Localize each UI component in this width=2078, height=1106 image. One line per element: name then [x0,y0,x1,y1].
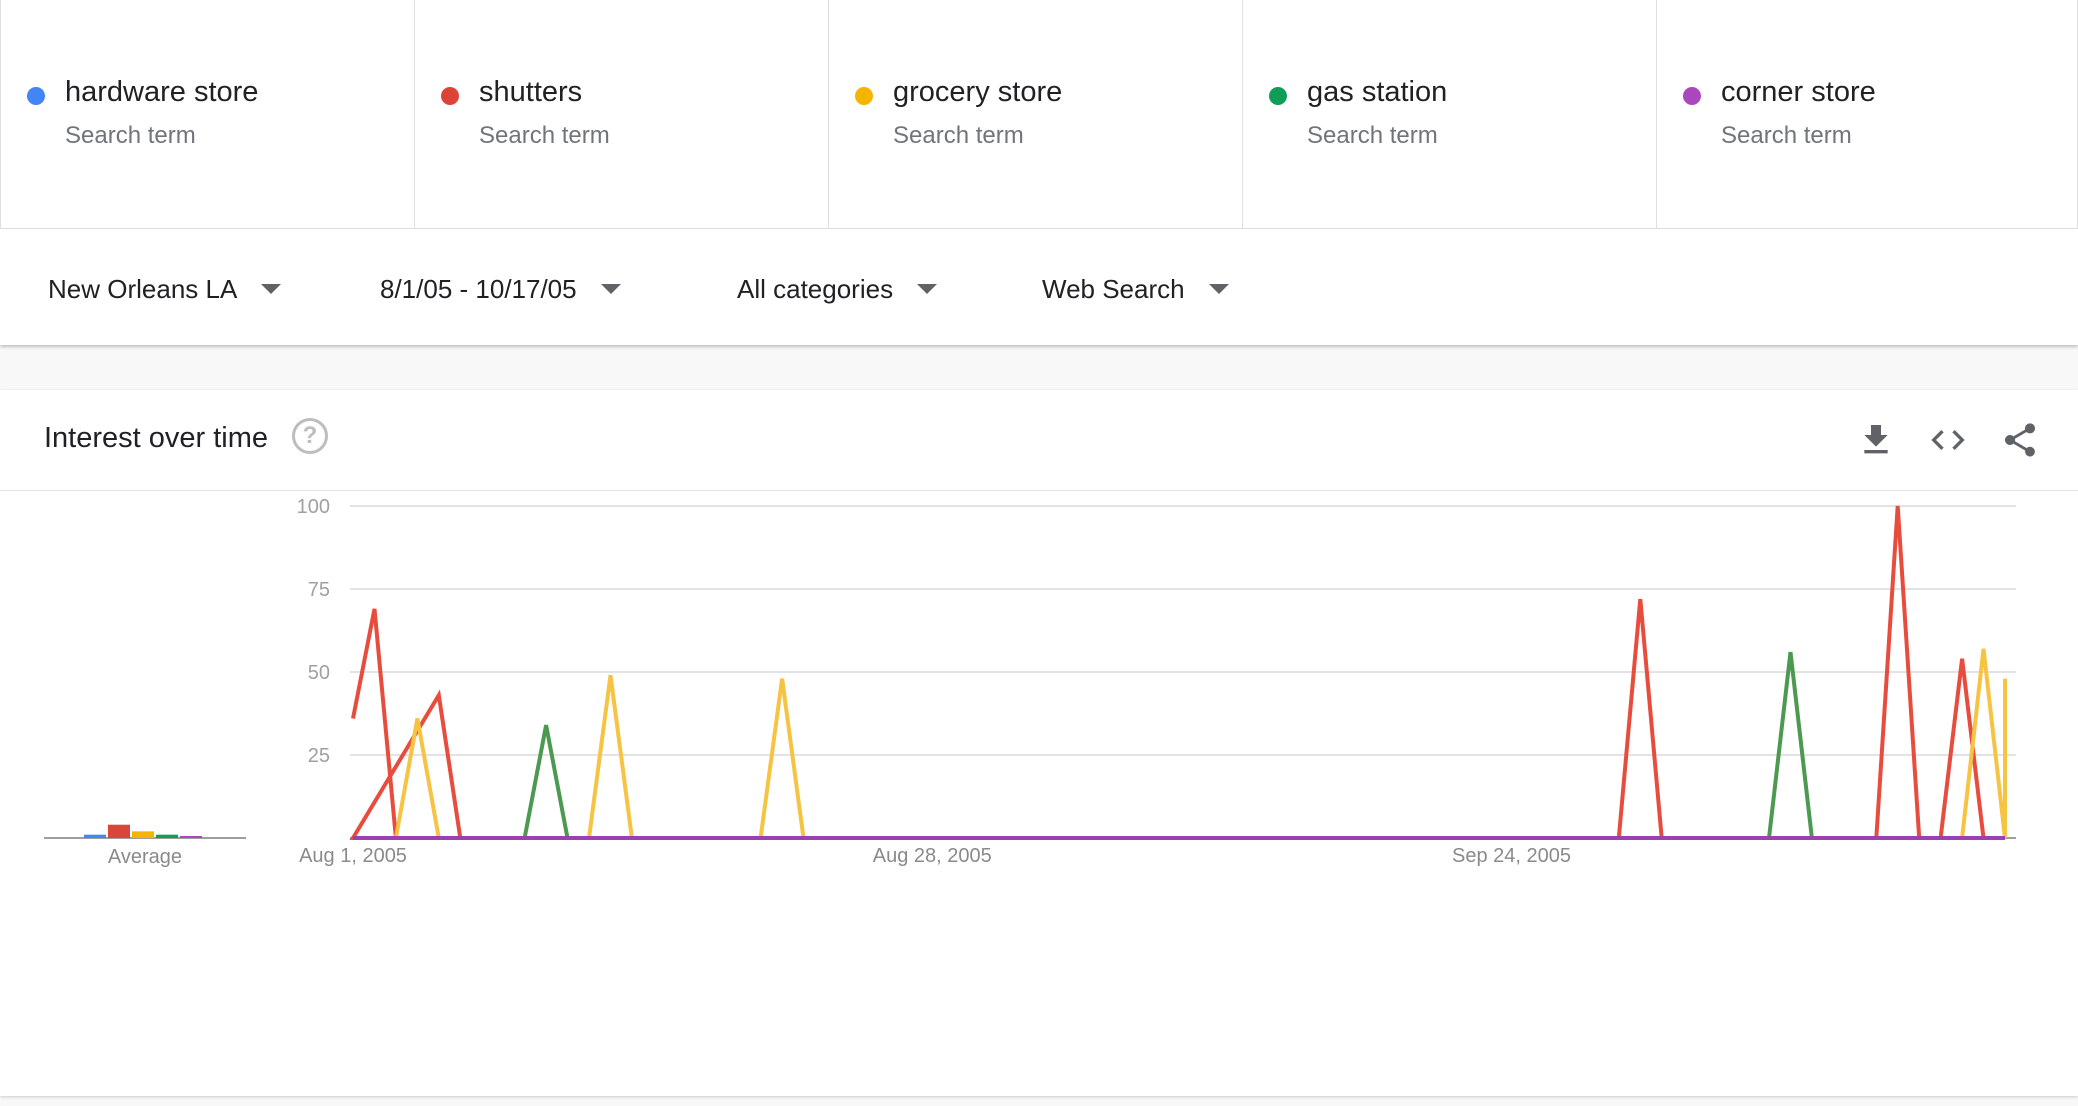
embed-code-icon[interactable] [1928,420,1968,460]
x-tick-label: Aug 1, 2005 [299,845,407,867]
help-icon[interactable]: ? [292,418,328,454]
term-name: gas station [1307,76,1448,108]
search-terms-bar: hardware store Search term shutters Sear… [0,0,2078,229]
share-icon[interactable] [2000,420,2040,460]
date-range-label: 8/1/05 - 10/17/05 [380,273,577,304]
average-bar-corner-store [180,836,202,838]
y-tick-label: 25 [308,745,330,767]
series-color-dot [855,87,873,105]
term-card-hardware-store[interactable]: hardware store Search term [0,0,414,228]
search-property-label: Web Search [1042,273,1185,304]
series-line-grocery-store [353,648,2007,840]
term-card-gas-station[interactable]: gas station Search term [1242,0,1656,228]
date-range-dropdown[interactable]: 8/1/05 - 10/17/05 [380,269,621,309]
interest-over-time-chart: Average 25 50 75 100 Aug 1, 2005 Aug 28, 2005… [44,496,2016,868]
average-label: Average [108,846,182,868]
chart-area: Average 25 50 75 100 Aug 1, 2005 Aug 28, 2005… [0,491,2078,1096]
term-type: Search term [479,122,610,149]
card-header: Interest over time ? [0,390,2078,491]
y-tick-label: 100 [297,496,330,518]
term-card-corner-store[interactable]: corner store Search term [1656,0,2078,228]
chart-grid [350,505,2016,839]
caret-down-icon [600,284,621,294]
region-dropdown[interactable]: New Orleans LA [48,269,282,309]
filter-bar: New Orleans LA 8/1/05 - 10/17/05 All cat… [0,229,2078,345]
average-bar-grocery-store [132,831,154,838]
download-icon[interactable] [1856,420,1896,460]
term-card-shutters[interactable]: shutters Search term [414,0,828,228]
average-bar-gas-station [156,834,178,838]
search-property-dropdown[interactable]: Web Search [1042,269,1229,309]
series-color-dot [27,87,45,105]
category-label: All categories [737,273,894,304]
x-tick-label: Aug 28, 2005 [873,845,992,867]
region-label: New Orleans LA [48,273,238,304]
term-name: grocery store [893,76,1063,108]
term-card-grocery-store[interactable]: grocery store Search term [828,0,1242,228]
category-dropdown[interactable]: All categories [737,269,938,309]
caret-down-icon [261,284,282,294]
series-color-dot [1683,87,1701,105]
average-bar-hardware-store [84,834,106,838]
caret-down-icon [1208,284,1229,294]
average-bar-shutters [108,824,130,838]
term-type: Search term [1721,122,1852,149]
interest-over-time-card: Interest over time ? Average 25 50 75 100 Au… [0,390,2078,1096]
x-tick-label: Sep 24, 2005 [1452,845,1571,867]
term-name: corner store [1721,76,1876,108]
term-type: Search term [1307,122,1438,149]
y-tick-label: 75 [308,579,330,601]
card-title: Interest over time [44,422,269,454]
series-color-dot [1269,87,1287,105]
term-type: Search term [65,122,196,149]
series-color-dot [441,87,459,105]
average-bars: Average [44,824,246,868]
term-name: shutters [479,76,583,108]
term-type: Search term [893,122,1024,149]
chart-labels: 25 50 75 100 Aug 1, 2005 Aug 28, 2005 Sep 24, … [297,496,1571,867]
caret-down-icon [917,284,938,294]
term-name: hardware store [65,76,259,108]
y-tick-label: 50 [308,662,330,684]
